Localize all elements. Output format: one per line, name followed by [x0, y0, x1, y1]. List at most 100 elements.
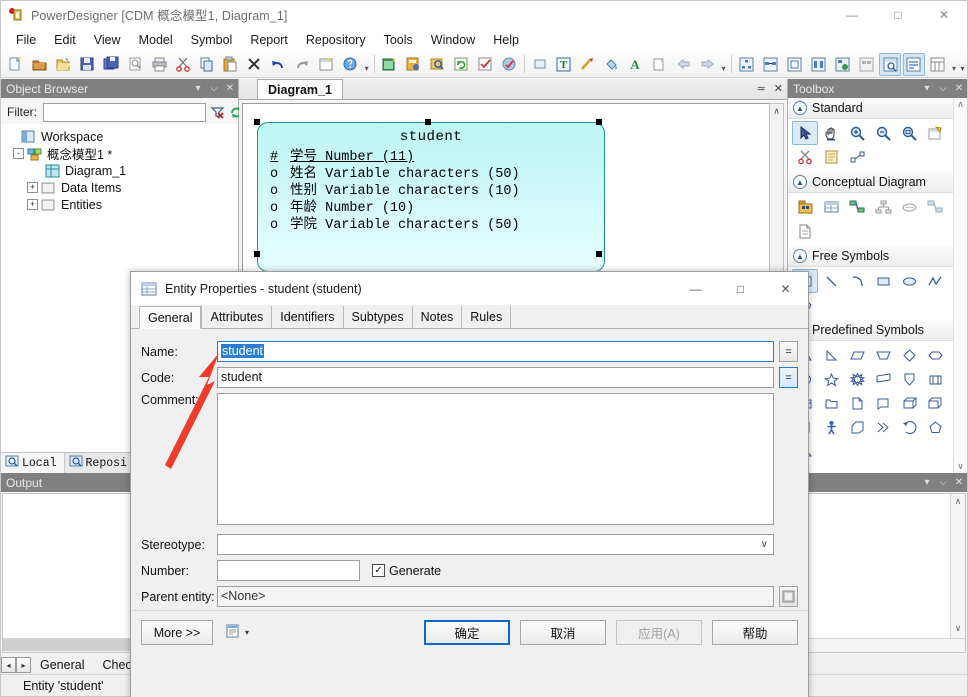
new-diagram-button[interactable]	[784, 53, 806, 76]
more-button[interactable]: More >>	[141, 620, 213, 645]
tool-shield[interactable]	[896, 367, 922, 391]
chevron-down-icon[interactable]: ▾	[245, 628, 249, 637]
tool-actor[interactable]	[818, 415, 844, 439]
tab-diagram-1[interactable]: Diagram_1	[257, 79, 343, 99]
apply-button[interactable]: 应用(A)	[616, 620, 702, 645]
tool-inheritance[interactable]	[870, 195, 896, 219]
menu-repository[interactable]: Repository	[297, 30, 375, 50]
clear-filter-icon[interactable]	[210, 103, 225, 121]
selection-handle[interactable]	[254, 251, 260, 257]
toolbox-group-free-symbols[interactable]: ▲ Free Symbols	[788, 246, 967, 267]
cancel-button[interactable]: 取消	[520, 620, 606, 645]
nav-prev-button[interactable]: ◂	[1, 657, 16, 673]
tab-attributes[interactable]: Attributes	[201, 306, 272, 328]
tool-trapezoid[interactable]	[870, 343, 896, 367]
undo-button[interactable]	[268, 53, 290, 76]
tool-grabber[interactable]	[818, 121, 844, 145]
dialog-maximize-button[interactable]: □	[718, 272, 763, 305]
tool-line[interactable]	[818, 269, 844, 293]
toolbar-overflow-2[interactable]: ▾	[719, 53, 728, 76]
tool-relationship[interactable]	[844, 195, 870, 219]
tab-repository[interactable]: Reposi	[64, 453, 135, 473]
save-button[interactable]	[77, 53, 99, 76]
impact-analysis-button[interactable]	[831, 53, 853, 76]
browser-toggle-button[interactable]	[879, 52, 901, 76]
help-button[interactable]: 帮助	[712, 620, 798, 645]
tool-zoom-out[interactable]	[870, 121, 896, 145]
toolbar-overflow-4[interactable]: ▾	[958, 53, 967, 76]
tool-association[interactable]	[896, 195, 922, 219]
check-model-button[interactable]	[474, 53, 496, 76]
tree-expander[interactable]: -	[13, 148, 24, 159]
tree-node-data-items[interactable]: + Data Items	[5, 179, 238, 196]
export-button[interactable]	[649, 53, 671, 76]
number-input[interactable]	[217, 560, 360, 581]
new-package-button[interactable]	[379, 53, 401, 76]
name-equals-button[interactable]: =	[779, 341, 798, 362]
code-equals-button[interactable]: =	[779, 367, 798, 388]
minimize-button[interactable]: —	[829, 1, 875, 28]
forward-button[interactable]	[696, 53, 718, 76]
tree-node-diagram[interactable]: Diagram_1	[5, 162, 238, 179]
diagram-tree-button[interactable]	[736, 53, 758, 76]
generate-checkbox[interactable]: ✓	[372, 564, 385, 577]
tool-delete[interactable]	[792, 145, 818, 169]
tool-flag[interactable]	[870, 367, 896, 391]
new-button[interactable]	[5, 53, 27, 76]
open-workspace-button[interactable]	[29, 53, 51, 76]
cut-button[interactable]	[172, 53, 194, 76]
list-view-button[interactable]	[855, 53, 877, 76]
menu-report[interactable]: Report	[241, 30, 297, 50]
tree-node-workspace[interactable]: Workspace	[5, 128, 238, 145]
tool-cube[interactable]	[896, 391, 922, 415]
parent-entity-input[interactable]: <None>	[217, 586, 774, 607]
find-object-button[interactable]	[427, 53, 449, 76]
tree-expander[interactable]: +	[27, 199, 38, 210]
name-input[interactable]: student	[217, 341, 774, 362]
output-toggle-button[interactable]	[902, 52, 925, 76]
dialog-close-button[interactable]: ✕	[763, 272, 808, 305]
generate-button[interactable]	[403, 53, 425, 76]
parent-entity-browse-button[interactable]	[779, 586, 798, 607]
help-button[interactable]	[339, 53, 361, 76]
tool-corner-box[interactable]	[844, 415, 870, 439]
filter-input[interactable]	[43, 102, 206, 122]
scroll-up-icon[interactable]: ∧	[770, 104, 783, 118]
save-all-button[interactable]	[101, 53, 123, 76]
panel-menu-icon[interactable]: ▾	[190, 83, 206, 94]
tool-association-link[interactable]	[922, 195, 948, 219]
tool-stack[interactable]	[922, 391, 948, 415]
toolbox-group-predefined[interactable]: ▲ Predefined Symbols	[788, 320, 967, 341]
tool-star6[interactable]	[844, 367, 870, 391]
menu-window[interactable]: Window	[422, 30, 484, 50]
print-button[interactable]	[148, 53, 170, 76]
comment-textarea[interactable]	[217, 393, 774, 525]
tab-subtypes[interactable]: Subtypes	[342, 306, 412, 328]
output-close-icon[interactable]: ✕	[951, 477, 967, 488]
scroll-up-icon[interactable]: ∧	[951, 494, 965, 509]
output-vertical-scrollbar[interactable]: ∧ ∨	[950, 494, 965, 652]
tool-note-corner[interactable]	[870, 391, 896, 415]
tool-rectangle[interactable]	[870, 269, 896, 293]
tree-node-entities[interactable]: + Entities	[5, 196, 238, 213]
toolbox-close-icon[interactable]: ✕	[951, 83, 967, 94]
tab-notes[interactable]: Notes	[411, 306, 462, 328]
tool-pentagon[interactable]	[922, 415, 948, 439]
tool-arc[interactable]	[844, 269, 870, 293]
code-input[interactable]: student	[217, 367, 774, 388]
close-button[interactable]: ✕	[921, 1, 967, 28]
result-list-button[interactable]	[927, 53, 949, 76]
validate-button[interactable]	[498, 53, 520, 76]
diagram-link-button[interactable]	[760, 53, 782, 76]
toolbox-scrollbar[interactable]: ∧ ∨	[953, 98, 967, 473]
report-icon[interactable]	[225, 623, 241, 642]
tool-document-shape[interactable]	[844, 391, 870, 415]
menu-file[interactable]: File	[7, 30, 45, 50]
tool-chevrons[interactable]	[870, 415, 896, 439]
tool-package[interactable]	[792, 195, 818, 219]
toolbar-overflow-1[interactable]: ▾	[362, 53, 371, 76]
stereotype-select[interactable]: ∨	[217, 534, 774, 555]
toolbox-pin-icon[interactable]: ⌵	[935, 83, 951, 94]
refresh-button[interactable]	[451, 53, 473, 76]
redo-button[interactable]	[292, 53, 314, 76]
